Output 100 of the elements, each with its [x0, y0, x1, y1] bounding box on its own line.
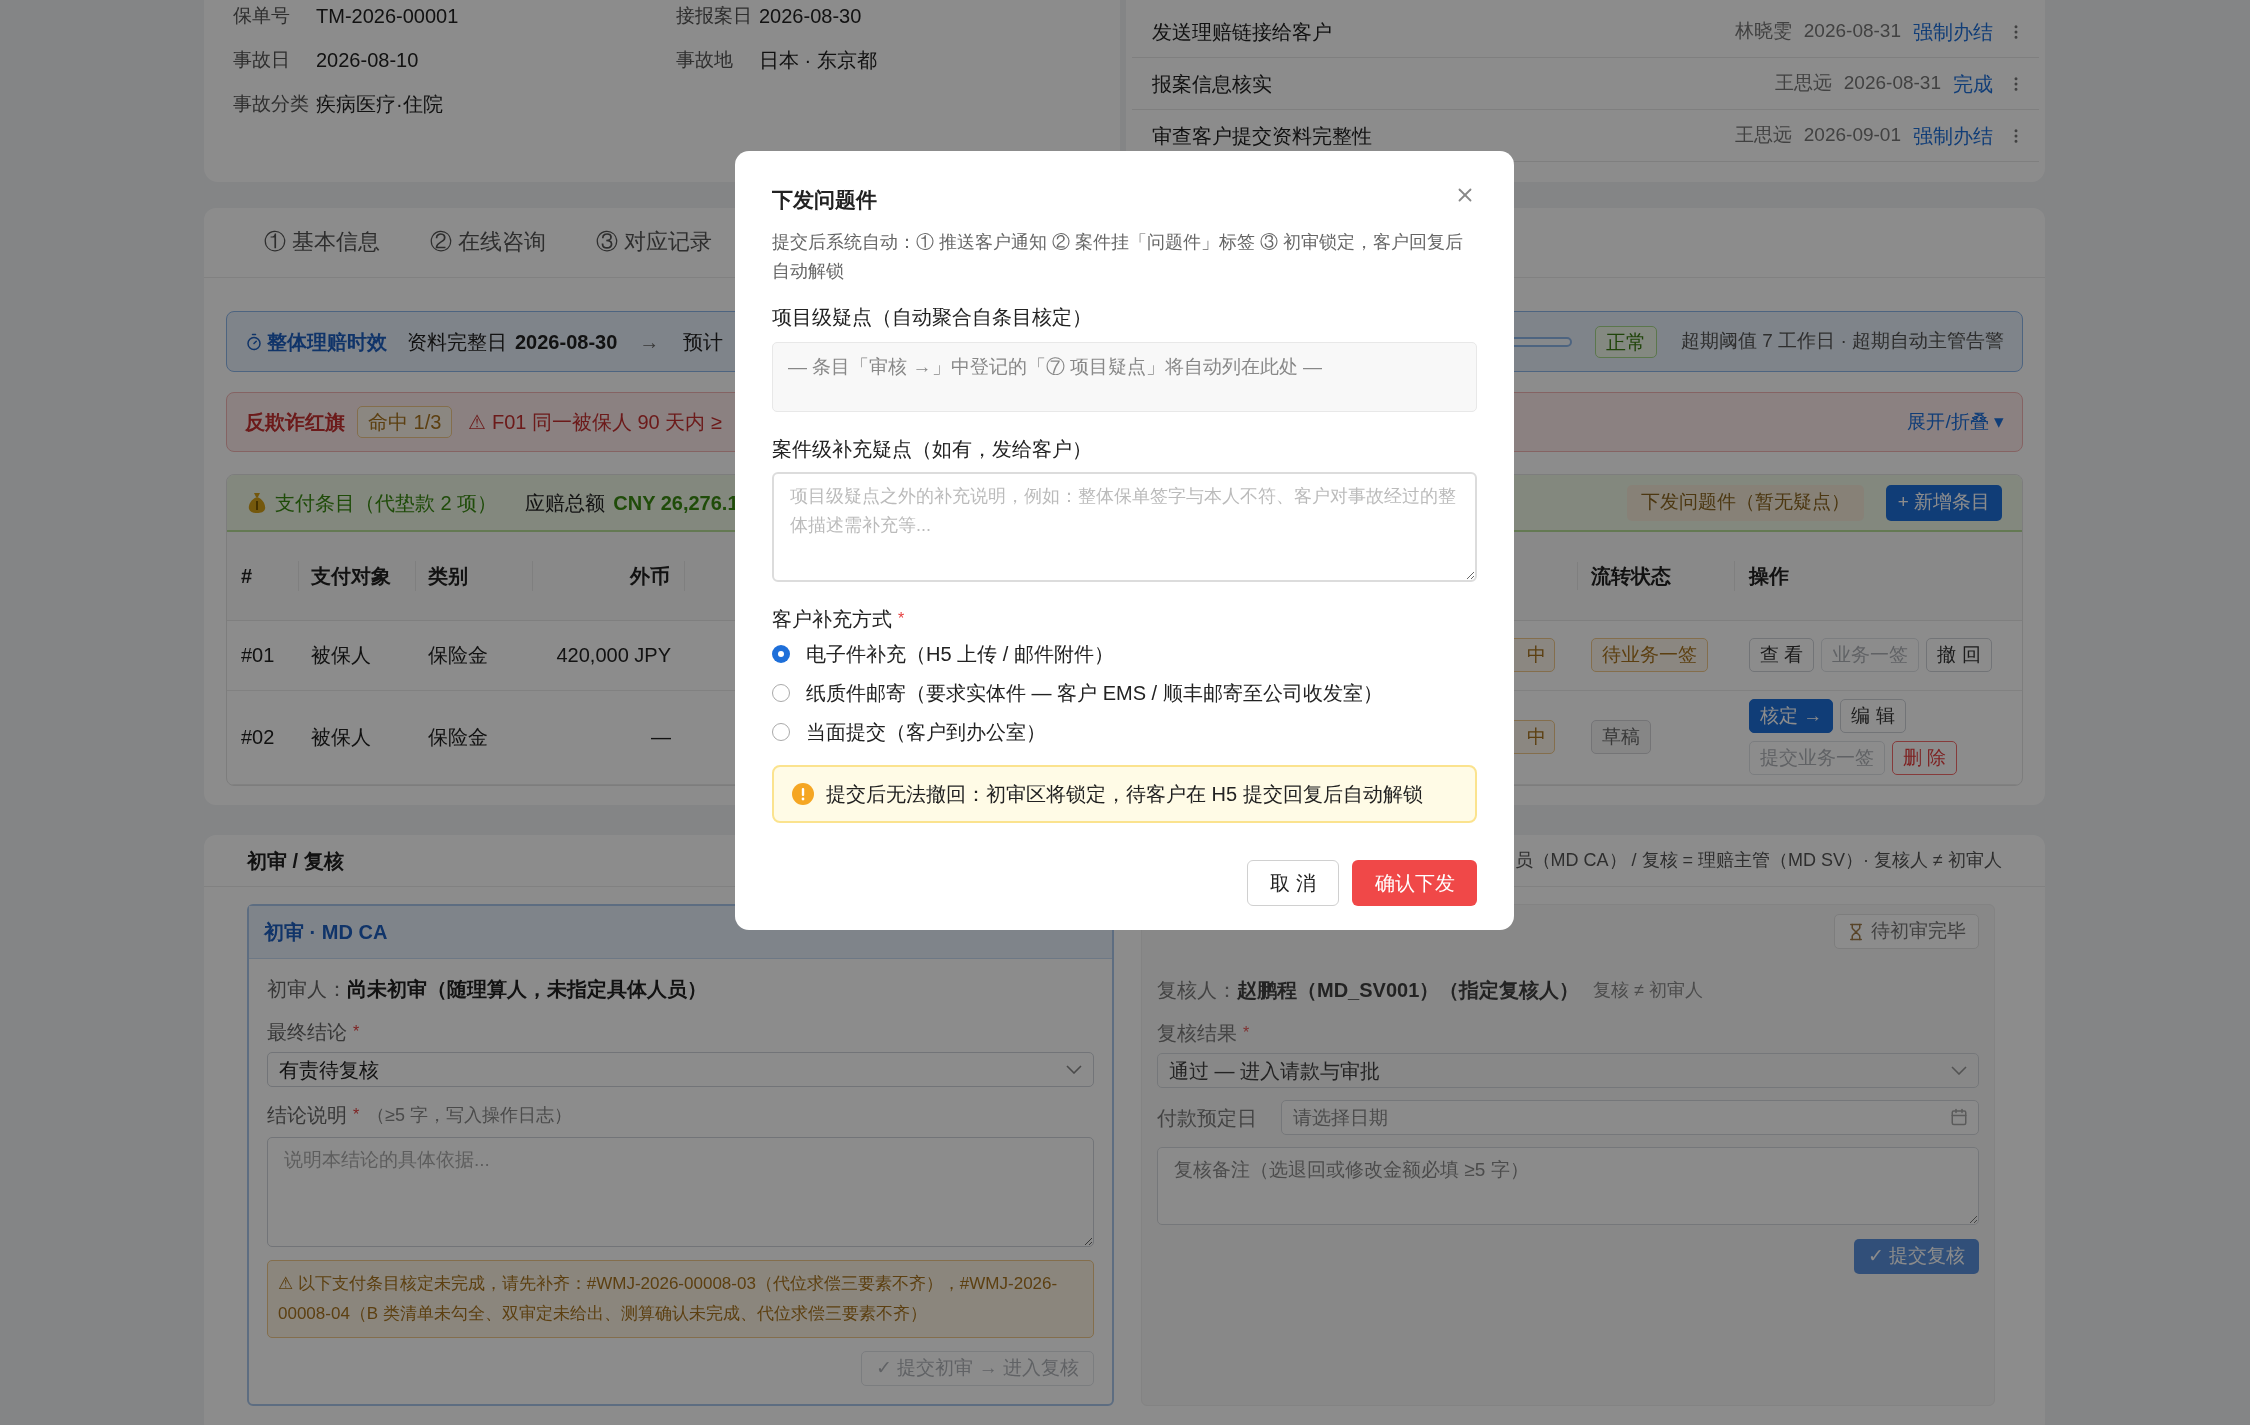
table-cell-text: —	[650, 725, 672, 751]
stopwatch-icon	[245, 332, 263, 351]
field-value: TM-2026-00001	[316, 4, 459, 29]
field-value: 疾病医疗·住院	[316, 92, 443, 117]
field-label: 事故分类	[233, 91, 310, 116]
timeliness-note: 超期阈值 7 工作日 · 超期自动主管告警	[1681, 329, 2004, 354]
chevron-down-icon	[1951, 1066, 1967, 1075]
column-header: 外币	[533, 561, 685, 591]
required-mark: *	[353, 1105, 360, 1125]
row-action-button[interactable]: 编 辑	[1840, 699, 1906, 734]
review-rule-note: 员（MD CA） / 复核 = 理赔主管（MD SV）· 复核人 ≠ 初审人	[1514, 849, 2002, 872]
radio-button[interactable]	[772, 683, 790, 702]
warning-box: ⚠ 以下支付条目核定未完成，请先补齐：#WMJ-2026-00008-03（代位求偿三要素不齐），#WMJ-2026-00008-04（B 类清单未勾全、双审定未给出、测算确认未完成、代位求偿三要素不齐）	[267, 1260, 1094, 1338]
radio-label: 当面提交（客户到办公室）	[806, 719, 1046, 745]
reviewer-name: 赵鹏程（MD_SV001）（指定复核人）	[1237, 978, 1580, 1003]
table-cell-text: 保险金	[427, 643, 489, 669]
column-header: 操作	[1747, 564, 1789, 589]
field-label: 保单号	[233, 3, 291, 28]
column-header: 类别	[416, 561, 533, 591]
required-mark: *	[353, 1022, 360, 1042]
money-bag-icon	[247, 491, 267, 514]
status-badge: 待业务一签	[1591, 638, 1708, 673]
total-label: 应赔总额	[525, 490, 606, 516]
table-cell-text: 420,000 JPY	[555, 643, 672, 669]
status-badge: 待初审完毕	[1834, 914, 1979, 949]
radio-label: 电子件补充（H5 上传 / 邮件附件）	[806, 641, 1114, 667]
field-hint: （≥5 字，写入操作日志）	[367, 1103, 573, 1127]
tab[interactable]: ② 在线咨询	[428, 208, 549, 277]
task-action-link[interactable]: 强制办结	[1913, 120, 1993, 151]
task-assignee: 林晓雯	[1734, 19, 1792, 44]
card-title: 初审 · MD CA	[264, 920, 388, 945]
task-date: 2026-08-31	[1803, 19, 1901, 44]
column-header: 支付对象	[299, 561, 416, 591]
field-label: 接报案日	[676, 3, 753, 28]
add-item-button[interactable]: + 新增条目	[1885, 484, 2002, 521]
task-title: 审查客户提交资料完整性	[1152, 123, 1373, 149]
payments-title: 支付条目（代垫款 2 项）	[275, 490, 498, 516]
task-date: 2026-09-01	[1803, 123, 1901, 148]
field-label: 事故地	[676, 47, 734, 72]
warning-text: 提交后无法撤回：初审区将锁定，待客户在 H5 提交回复后自动解锁	[826, 781, 1423, 807]
table-cell-text: 保险金	[427, 725, 489, 751]
field-value: 2026-08-30	[759, 4, 862, 29]
field-label: 结论说明	[267, 1103, 347, 1128]
reviewer-label: 复核人：	[1157, 978, 1237, 1003]
dialog-title: 下发问题件	[772, 187, 877, 213]
complete-label: 资料完整日	[407, 329, 507, 355]
case-issues-textarea[interactable]: 项目级疑点之外的补充说明，例如：整体保单签字与本人不符、客户对事故经过的整体描述需补充等...	[772, 471, 1477, 582]
review-title: 初审 / 复核	[247, 848, 345, 874]
task-title: 发送理赔链接给客户	[1152, 19, 1333, 45]
row-action-button[interactable]: 删 除	[1892, 741, 1958, 776]
field-label: 案件级补充疑点（如有，发给客户）	[772, 436, 1093, 462]
radio-label: 纸质件邮寄（要求实体件 — 客户 EMS / 顺丰邮寄至公司收发室）	[806, 680, 1383, 706]
tab[interactable]: ③ 对应记录	[594, 208, 715, 277]
field-value: 2026-08-10	[316, 48, 419, 73]
warning-icon	[792, 782, 814, 805]
toggle-link[interactable]: 展开/折叠 ▾	[1907, 407, 2004, 437]
radio-button[interactable]	[772, 644, 790, 663]
reviewer-name: 尚未初审（随理算人，未指定具体人员）	[347, 977, 707, 1002]
required-mark: *	[1243, 1023, 1250, 1043]
row-action-button[interactable]: 核定 →	[1749, 699, 1834, 734]
hit-badge: 命中 1/3	[357, 406, 453, 438]
expected-label: 预计	[683, 329, 724, 355]
field-label: 项目级疑点（自动聚合自条目核定）	[772, 304, 1093, 330]
table-cell-text: 被保人	[310, 643, 372, 669]
conclusion-select[interactable]: 有责待复核	[267, 1052, 1094, 1087]
item-issues-box: — 条目「审核 →」中登记的「⑦ 项目疑点」将自动列在此处 —	[772, 341, 1477, 412]
table-cell-text: #02	[240, 725, 276, 751]
cancel-button[interactable]: 取 消	[1247, 859, 1339, 906]
table-cell-text: 被保人	[310, 725, 372, 751]
total-amount: CNY 26,276.1	[613, 490, 739, 516]
column-header: 流转状态	[1578, 561, 1735, 591]
dialog-description: 提交后系统自动：① 推送客户通知 ② 案件挂「问题件」标签 ③ 初审锁定，客户回复后自动解锁	[772, 230, 1464, 283]
task-assignee: 王思远	[1734, 123, 1792, 148]
radio-button[interactable]	[772, 722, 790, 741]
field-label: 客户补充方式	[772, 606, 892, 632]
column-header: #	[227, 561, 299, 591]
field-value: 日本 · 东京都	[759, 48, 877, 73]
hourglass-icon	[1847, 922, 1865, 941]
status-badge: 草稿	[1591, 720, 1651, 755]
fraud-rule: ⚠ F01 同一被保人 90 天内 ≥	[468, 410, 722, 435]
chevron-down-icon	[1066, 1065, 1082, 1074]
task-date: 2026-08-31	[1843, 71, 1941, 96]
row-action-button[interactable]: 查 看	[1749, 638, 1815, 673]
task-title: 报案信息核实	[1152, 71, 1273, 97]
arrow-text: →	[639, 329, 660, 355]
complete-date: 2026-08-30	[515, 329, 618, 355]
field-label: 最终结论	[267, 1020, 347, 1045]
reviewer-note: 复核 ≠ 初审人	[1593, 978, 1704, 1002]
calendar-icon	[1950, 1108, 1968, 1126]
field-label: 付款预定日	[1157, 1105, 1258, 1131]
field-label: 事故日	[233, 47, 291, 72]
row-action-button[interactable]: 撤 回	[1926, 638, 1992, 673]
tab[interactable]: ① 基本信息	[262, 208, 383, 277]
task-action-link[interactable]: 完成	[1953, 68, 1993, 99]
confirm-button[interactable]: 确认下发	[1352, 859, 1477, 906]
task-action-link[interactable]: 强制办结	[1913, 16, 1993, 47]
field-label: 复核结果	[1157, 1021, 1237, 1046]
task-assignee: 王思远	[1774, 71, 1832, 96]
reviewer-label: 初审人：	[267, 977, 347, 1002]
timeliness-title: 整体理赔时效	[267, 329, 387, 355]
